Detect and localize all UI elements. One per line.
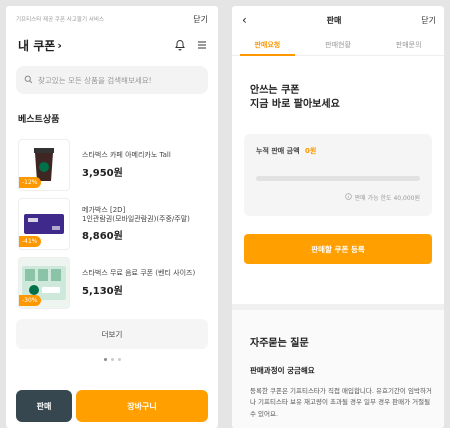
tab-sell-status[interactable]: 판매현황	[303, 34, 374, 55]
search-input[interactable]: 찾고있는 모든 상품을 검색해보세요!	[16, 66, 208, 94]
product-price: 8,860원	[82, 231, 123, 243]
hero-line-1: 안쓰는 쿠폰	[250, 85, 300, 96]
product-name: 메가박스 [2D] 1인관람권(모바일관람권)(주중/주말)	[82, 205, 190, 223]
product-name: 스타벅스 카페 아메리카노 Tall	[82, 151, 171, 160]
register-coupon-button[interactable]: 판매할 쿠폰 등록	[244, 234, 432, 264]
sales-summary-card: 누적 판매 금액 0원 판매 가능 한도 40,000원	[244, 134, 432, 216]
sales-progress-bar	[256, 176, 420, 181]
product-item-americano[interactable]: -12% 스타벅스 카페 아메리카노 Tall 3,950원	[6, 137, 218, 193]
sell-header: ‹ 판매 닫기	[232, 6, 444, 34]
search-icon	[24, 75, 33, 86]
product-item-starbucks-venti[interactable]: -30% 스타벅스 무료 음료 쿠폰 (벤티 사이즈) 5,130원	[6, 255, 218, 311]
hero-line-2: 지금 바로 팔아보세요	[250, 99, 340, 110]
back-arrow-icon[interactable]: ‹	[242, 13, 247, 27]
bottom-actions: 판매 장바구니	[16, 390, 208, 422]
close-button[interactable]: 닫기	[193, 14, 208, 25]
sales-amount-label: 누적 판매 금액 0원	[256, 147, 317, 155]
product-thumbnail: -12%	[18, 139, 70, 191]
close-button[interactable]: 닫기	[421, 15, 436, 26]
coupon-home-panel: 기프티스타 제공 쿠폰 사고팔기 서비스 닫기 내 쿠폰 › 찾고있는 모든 상…	[6, 6, 218, 428]
ticket-card-icon	[24, 214, 64, 234]
page-dot[interactable]	[110, 358, 114, 361]
tab-sell-request[interactable]: 판매요청	[232, 34, 303, 56]
sell-panel: ‹ 판매 닫기 판매요청 판매현황 판매문의 안쓰는 쿠폰 지금 바로 팔아보세…	[232, 6, 444, 428]
product-item-megabox[interactable]: -41% 메가박스 [2D] 1인관람권(모바일관람권)(주중/주말) 8,86…	[6, 196, 218, 252]
menu-icon[interactable]	[196, 36, 208, 55]
bell-icon[interactable]	[174, 36, 186, 55]
product-name: 스타벅스 무료 음료 쿠폰 (벤티 사이즈)	[82, 269, 196, 278]
product-thumbnail: -41%	[18, 198, 70, 250]
faq-question[interactable]: 판매과정이 궁금해요	[250, 365, 432, 376]
page-title-button[interactable]: 내 쿠폰 ›	[18, 37, 62, 54]
discount-badge: -30%	[19, 295, 41, 306]
cart-button[interactable]: 장바구니	[76, 390, 208, 422]
header: 내 쿠폰 ›	[6, 32, 218, 58]
info-icon	[344, 193, 352, 202]
product-thumbnail: -30%	[18, 257, 70, 309]
page-dot[interactable]	[117, 358, 121, 361]
sell-button[interactable]: 판매	[16, 390, 72, 422]
faq-section: 자주묻는 질문 판매과정이 궁금해요 등록한 쿠폰은 기프티스타가 직접 매입합…	[232, 310, 444, 428]
page-title: 내 쿠폰	[18, 38, 56, 53]
sales-amount: 0원	[304, 147, 317, 155]
page-dot-active[interactable]	[103, 358, 107, 361]
faq-title: 자주묻는 질문	[250, 338, 309, 349]
top-bar: 기프티스타 제공 쿠폰 사고팔기 서비스 닫기	[6, 6, 218, 32]
sell-tabs: 판매요청 판매현황 판매문의	[232, 34, 444, 56]
sell-title: 판매	[326, 15, 342, 25]
best-product-list: -12% 스타벅스 카페 아메리카노 Tall 3,950원 -41% 메가박스…	[6, 137, 218, 311]
best-products-title: 베스트상품	[18, 115, 60, 125]
more-button[interactable]: 더보기	[16, 319, 208, 349]
faq-answer: 등록한 쿠폰은 기프티스타가 직접 매입합니다. 유효기간이 임박하거나 기프티…	[250, 387, 432, 418]
service-description: 기프티스타 제공 쿠폰 사고팔기 서비스	[16, 17, 104, 23]
search-placeholder: 찾고있는 모든 상품을 검색해보세요!	[38, 75, 152, 85]
product-price: 5,130원	[82, 285, 123, 297]
chevron-right-icon: ›	[57, 38, 62, 52]
tab-sell-inquiry[interactable]: 판매문의	[373, 34, 444, 55]
pagination-dots	[6, 358, 218, 361]
discount-badge: -12%	[19, 177, 41, 188]
hero-text: 안쓰는 쿠폰 지금 바로 팔아보세요	[232, 56, 444, 112]
sales-limit: 판매 가능 한도 40,000원	[344, 193, 420, 202]
product-price: 3,950원	[82, 167, 123, 179]
discount-badge: -41%	[19, 236, 41, 247]
